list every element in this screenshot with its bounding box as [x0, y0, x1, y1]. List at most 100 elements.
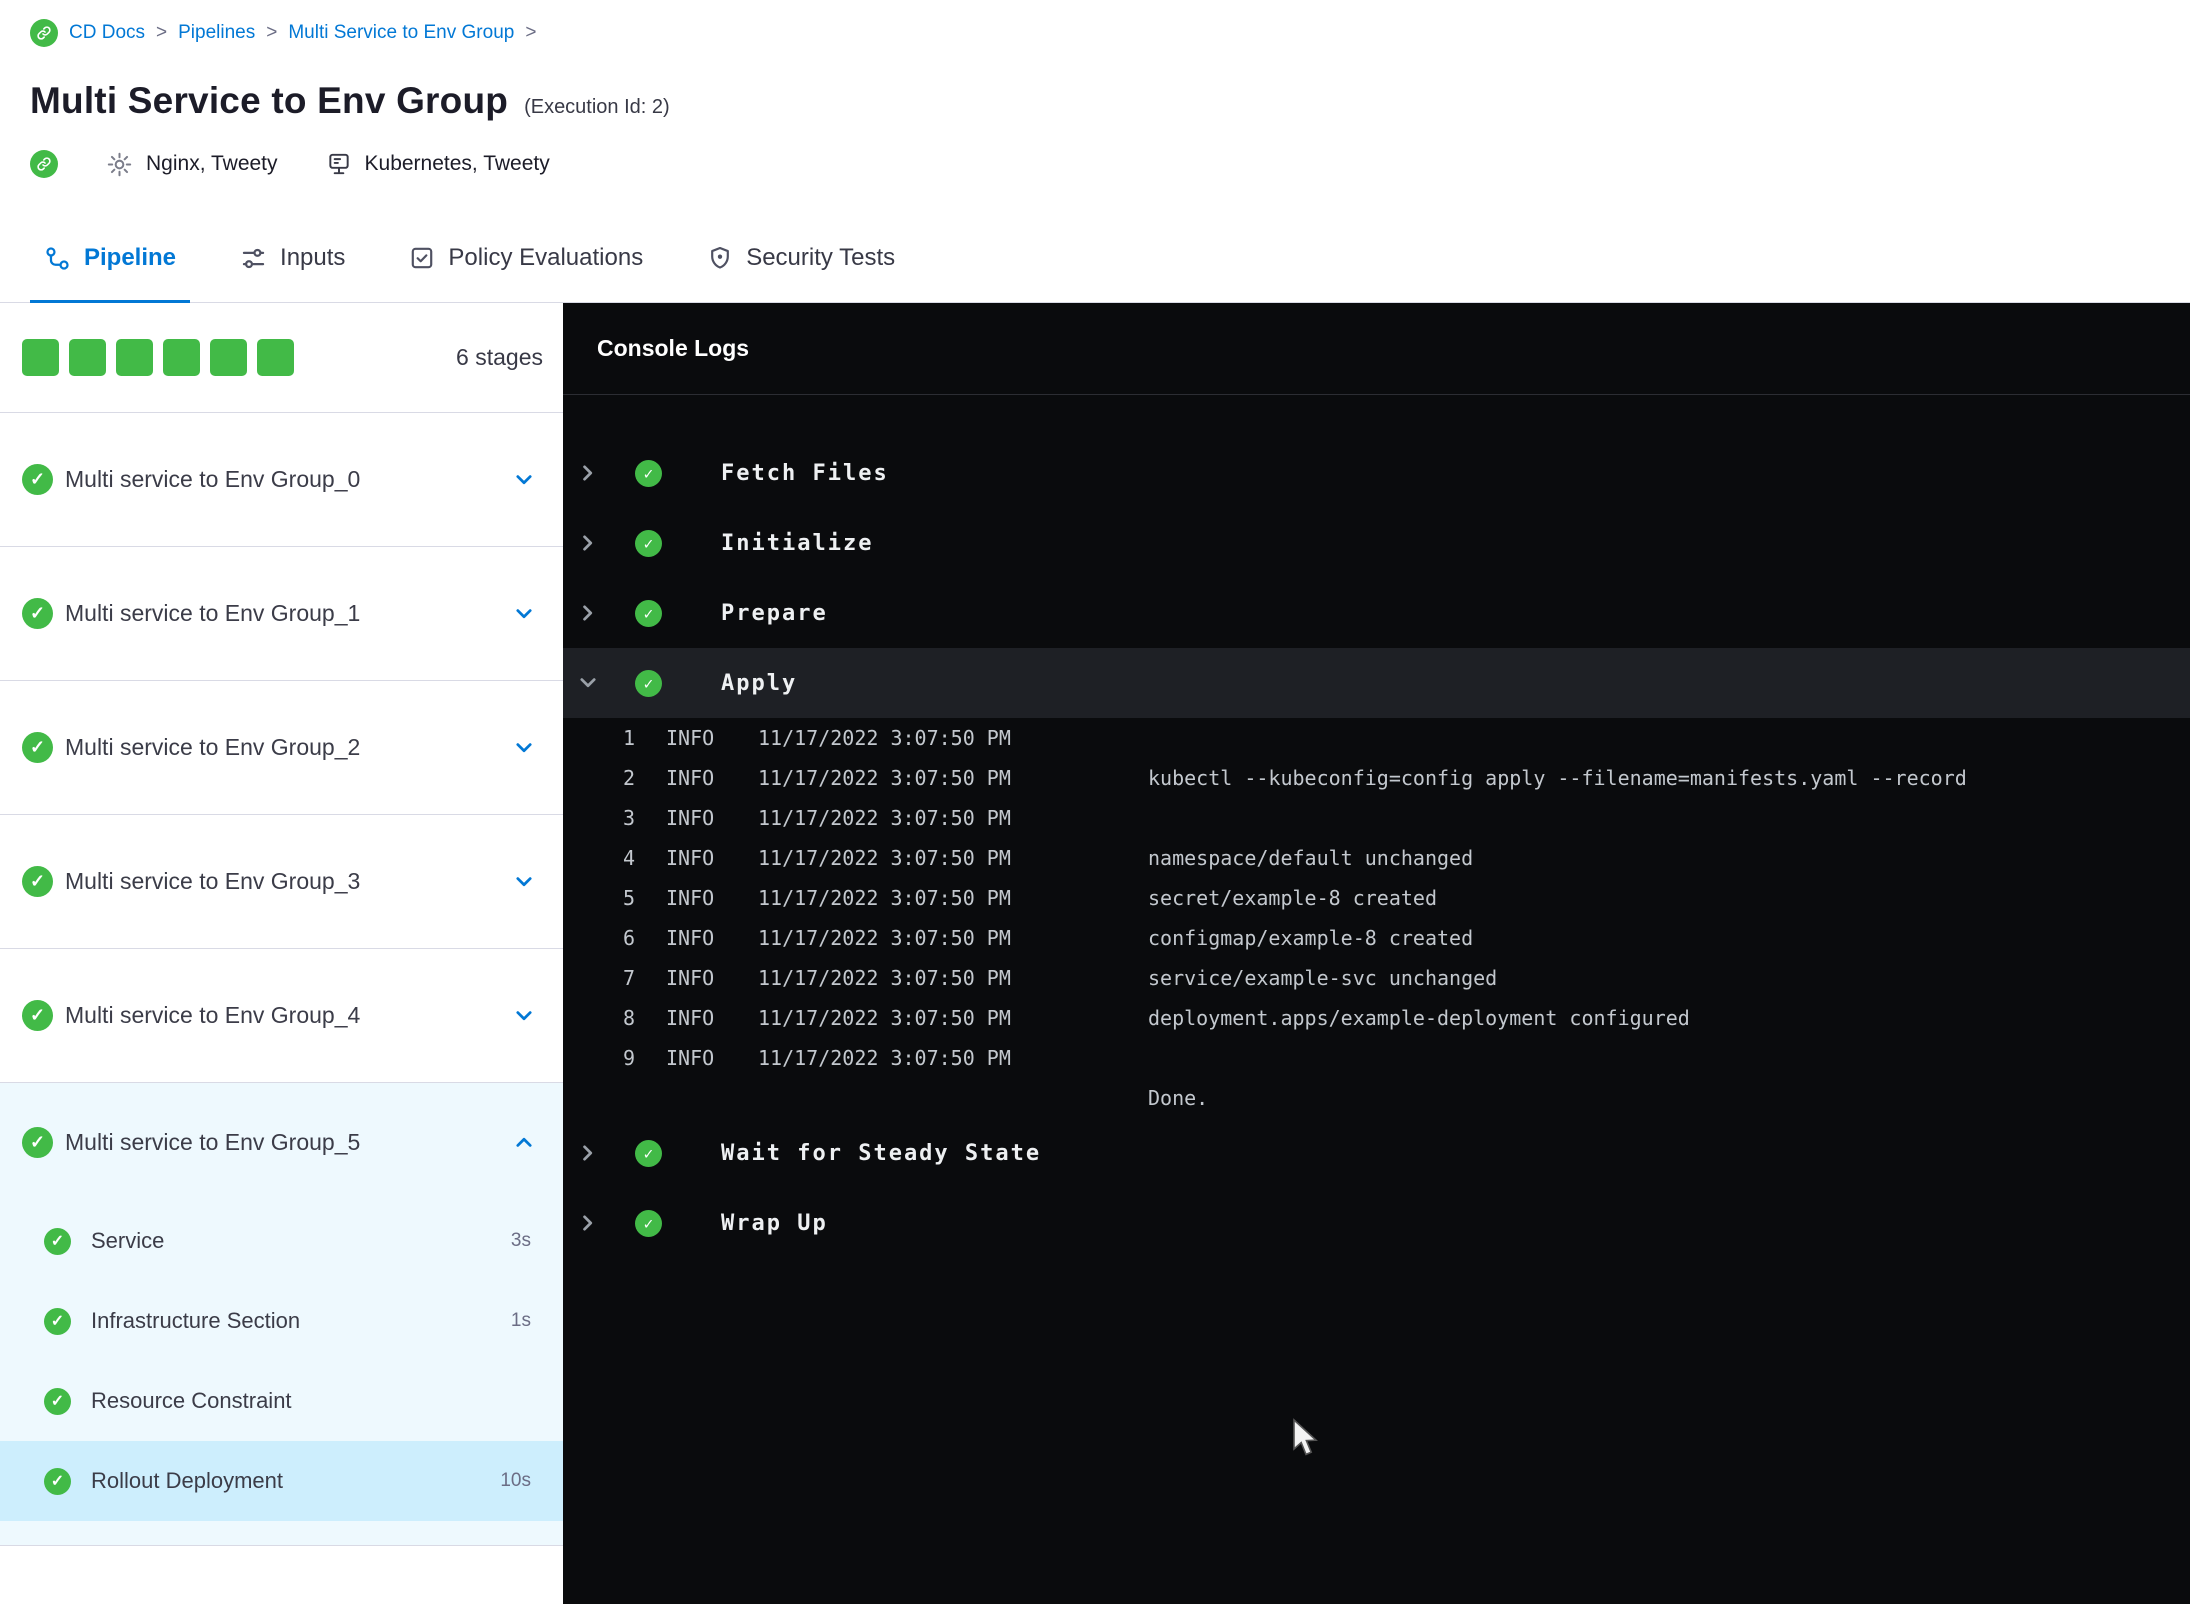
- log-line-message: service/example-svc unchanged: [1148, 966, 1498, 990]
- log-success-icon: ✓: [635, 1209, 662, 1237]
- stage-label: Multi service to Env Group_5: [65, 1128, 361, 1155]
- log-line-number: 8: [622, 1006, 635, 1030]
- log-section-initialize[interactable]: ✓ Initialize: [563, 508, 2190, 578]
- log-section-wait-for-steady-state[interactable]: ✓ Wait for Steady State: [563, 1118, 2190, 1188]
- chevron-right-icon[interactable]: [577, 602, 599, 624]
- stage-success-icon: ✓: [22, 732, 53, 763]
- chevron-right-icon[interactable]: [577, 532, 599, 554]
- stage-progress-square: [22, 339, 59, 376]
- chevron-down-icon[interactable]: [513, 871, 535, 893]
- chevron-down-icon[interactable]: [577, 672, 599, 694]
- log-line: 3 INFO 11/17/2022 3:07:50 PM: [563, 798, 2190, 838]
- stage-row[interactable]: ✓ Multi service to Env Group_2: [0, 681, 563, 815]
- log-line-time: 11/17/2022 3:07:50 PM: [758, 806, 1011, 830]
- log-line-time: 11/17/2022 3:07:50 PM: [758, 966, 1011, 990]
- stage-progress-squares: [22, 339, 294, 376]
- log-line: 5 INFO 11/17/2022 3:07:50 PM secret/example…: [563, 878, 2190, 918]
- log-line-number: 1: [622, 726, 635, 750]
- step-row[interactable]: ✓ Service 3s: [0, 1201, 563, 1281]
- execution-id: (Execution Id: 2): [524, 96, 670, 118]
- chevron-right-icon[interactable]: [577, 1142, 599, 1164]
- log-line: 7 INFO 11/17/2022 3:07:50 PM service/exampl…: [563, 958, 2190, 998]
- stage-list: ✓ Multi service to Env Group_0 ✓ Multi serv…: [0, 413, 563, 1546]
- log-success-icon: ✓: [635, 1139, 662, 1167]
- stage-progress-square: [163, 339, 200, 376]
- step-label: Resource Constraint: [91, 1388, 292, 1413]
- inputs-icon: [240, 245, 267, 272]
- log-line-message: secret/example-8 created: [1148, 886, 1437, 910]
- log-section-apply[interactable]: ✓ Apply: [563, 648, 2190, 718]
- stage-row[interactable]: ✓ Multi service to Env Group_0: [0, 413, 563, 547]
- log-line-message: kubectl --kubeconfig=config apply --file…: [1148, 766, 1967, 790]
- page-header: CD Docs > Pipelines > Multi Service to Env G…: [0, 0, 2190, 180]
- step-row[interactable]: ✓ Rollout Deployment 10s: [0, 1441, 563, 1521]
- tab-inputs[interactable]: Inputs: [226, 236, 359, 302]
- breadcrumb-link[interactable]: Multi Service to Env Group: [288, 22, 514, 44]
- breadcrumb-separator: >: [156, 22, 168, 43]
- breadcrumb-link[interactable]: Pipelines: [178, 22, 255, 44]
- stage-count-label: 6 stages: [456, 344, 543, 370]
- step-label: Service: [91, 1228, 165, 1253]
- policy-icon: [409, 245, 435, 271]
- step-duration: 1s: [510, 1310, 531, 1331]
- step-duration: 10s: [500, 1470, 531, 1491]
- log-section-wrap-up[interactable]: ✓ Wrap Up: [563, 1188, 2190, 1258]
- step-row[interactable]: ✓ Resource Constraint: [0, 1361, 563, 1441]
- tab-policy-evaluations[interactable]: Policy Evaluations: [395, 236, 657, 302]
- page: CD Docs > Pipelines > Multi Service to Env G…: [0, 0, 2190, 1604]
- stage-label: Multi service to Env Group_3: [65, 868, 361, 894]
- log-line: 4 INFO 11/17/2022 3:07:50 PM namespace/defa…: [563, 838, 2190, 878]
- link-icon: [30, 150, 58, 178]
- tab-pipeline[interactable]: Pipeline: [30, 236, 191, 303]
- chevron-down-icon[interactable]: [513, 469, 535, 491]
- breadcrumb-link[interactable]: CD Docs: [69, 22, 145, 44]
- step-success-icon: ✓: [44, 1387, 71, 1415]
- console-panel: Console Logs ✓ Fetch Files ✓ Initialize ✓ Pre…: [563, 303, 2190, 1604]
- step-success-icon: ✓: [44, 1227, 71, 1255]
- log-line-time: 11/17/2022 3:07:50 PM: [758, 846, 1011, 870]
- log-section-prepare[interactable]: ✓ Prepare: [563, 578, 2190, 648]
- stage-success-icon: ✓: [22, 464, 53, 495]
- log-line-level: INFO: [666, 886, 715, 910]
- log-section-fetch-files[interactable]: ✓ Fetch Files: [563, 438, 2190, 508]
- sidebar-footer: [0, 1546, 563, 1604]
- console-title: Console Logs: [597, 335, 750, 361]
- chevron-right-icon[interactable]: [577, 1212, 599, 1234]
- step-duration: 3s: [510, 1230, 531, 1251]
- console-header: Console Logs: [563, 303, 2190, 395]
- log-section-label: Fetch Files: [721, 460, 889, 486]
- step-label: Rollout Deployment: [91, 1468, 283, 1493]
- chevron-down-icon[interactable]: [513, 737, 535, 759]
- log-line: 8 INFO 11/17/2022 3:07:50 PM deployment.app…: [563, 998, 2190, 1038]
- log-line-time: 11/17/2022 3:07:50 PM: [758, 726, 1011, 750]
- expanded-stage-block: ✓ Multi service to Env Group_5 ✓ Service 3s ✓…: [0, 1083, 563, 1546]
- log-section-label: Wrap Up: [721, 1210, 828, 1236]
- stage-row[interactable]: ✓ Multi service to Env Group_1: [0, 547, 563, 681]
- tab-label: Policy Evaluations: [448, 244, 644, 271]
- step-success-icon: ✓: [44, 1307, 71, 1335]
- log-line-time: 11/17/2022 3:07:50 PM: [758, 1006, 1011, 1030]
- chevron-right-icon[interactable]: [577, 462, 599, 484]
- stage-sidebar: 6 stages ✓ Multi service to Env Group_0 ✓ M…: [0, 303, 563, 1604]
- meta-label: Kubernetes, Tweety: [364, 152, 550, 175]
- log-line: Done.: [563, 1078, 2190, 1118]
- breadcrumb-separator: >: [525, 22, 537, 43]
- log-line-level: INFO: [666, 726, 715, 750]
- chevron-down-icon[interactable]: [513, 1005, 535, 1027]
- meta-item: Kubernetes, Tweety: [326, 151, 550, 177]
- main: 6 stages ✓ Multi service to Env Group_0 ✓ M…: [0, 303, 2190, 1604]
- stage-row[interactable]: ✓ Multi service to Env Group_4: [0, 949, 563, 1083]
- log-line-number: 2: [622, 766, 635, 790]
- stage-label: Multi service to Env Group_4: [65, 1002, 361, 1028]
- stage-progress-square: [257, 339, 294, 376]
- tab-security-tests[interactable]: Security Tests: [693, 236, 909, 302]
- stage-row[interactable]: ✓ Multi service to Env Group_3: [0, 815, 563, 949]
- log-line-number: 4: [622, 846, 635, 870]
- chevron-down-icon[interactable]: [513, 603, 535, 625]
- log-success-icon: ✓: [635, 529, 662, 557]
- console-body[interactable]: ✓ Fetch Files ✓ Initialize ✓ Prepare ✓ Apply 1 IN…: [563, 395, 2190, 1604]
- step-row[interactable]: ✓ Infrastructure Section 1s: [0, 1281, 563, 1361]
- stage-row[interactable]: ✓ Multi service to Env Group_5: [0, 1083, 563, 1201]
- meta-row: Nginx, Tweety Kubernetes, Tweety: [30, 148, 2190, 180]
- chevron-up-icon[interactable]: [513, 1131, 535, 1153]
